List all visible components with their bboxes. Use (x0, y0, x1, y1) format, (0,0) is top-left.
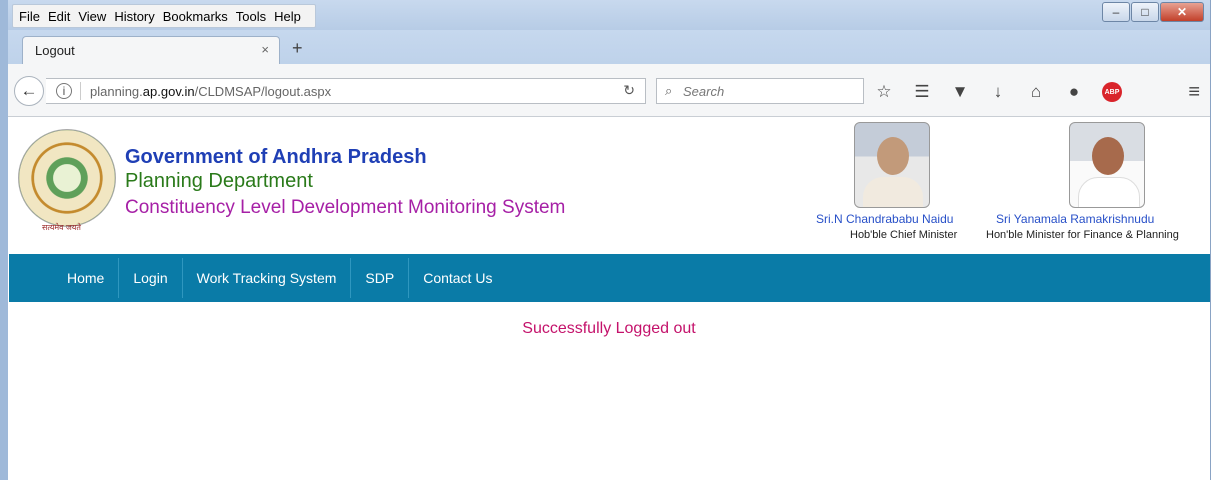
menu-bar: File Edit View History Bookmarks Tools H… (12, 4, 316, 28)
chat-icon[interactable]: ● (1064, 82, 1084, 102)
nav-contact-us[interactable]: Contact Us (409, 258, 506, 298)
home-icon[interactable]: ⌂ (1026, 82, 1046, 102)
new-tab-button[interactable]: + (292, 38, 303, 59)
menu-bookmarks[interactable]: Bookmarks (163, 9, 228, 24)
tab-logout[interactable]: Logout × (22, 36, 280, 64)
url-bar[interactable]: i planning.ap.gov.in/CLDMSAP/logout.aspx… (46, 78, 646, 104)
system-title: Constituency Level Development Monitorin… (125, 197, 566, 218)
url-divider (80, 82, 81, 100)
body-shape (1078, 177, 1140, 207)
search-input[interactable]: ⌕ Search (656, 78, 864, 104)
adblock-icon[interactable]: ABP (1102, 82, 1122, 102)
minimize-button[interactable]: – (1102, 2, 1130, 22)
web-page: सत्यमेव जयते Government of Andhra Prades… (8, 117, 1210, 480)
download-icon[interactable]: ↓ (988, 82, 1008, 102)
menu-help[interactable]: Help (274, 9, 301, 24)
reading-list-icon[interactable]: ☰ (912, 82, 932, 102)
url-text: planning.ap.gov.in/CLDMSAP/logout.aspx (90, 84, 331, 99)
search-icon: ⌕ (665, 83, 673, 98)
navigation-toolbar: ← i planning.ap.gov.in/CLDMSAP/logout.as… (8, 64, 1210, 117)
url-domain: ap.gov.in (142, 84, 195, 99)
face-shape (1092, 137, 1124, 175)
reload-icon[interactable]: ↻ (623, 82, 635, 99)
browser-window: File Edit View History Bookmarks Tools H… (0, 0, 1211, 480)
tab-close-icon[interactable]: × (261, 42, 269, 57)
search-placeholder: Search (683, 84, 725, 99)
title-bar: File Edit View History Bookmarks Tools H… (8, 0, 1210, 30)
window-controls: – □ ✕ (1101, 2, 1204, 22)
url-prefix: planning. (90, 84, 143, 99)
andhra-pradesh-emblem (18, 129, 116, 227)
toolbar-icons: ☆ ☰ ▼ ↓ ⌂ ● ABP (874, 82, 1122, 102)
menu-edit[interactable]: Edit (48, 9, 70, 24)
chief-minister-role: Hob'ble Chief Minister (850, 229, 958, 241)
menu-tools[interactable]: Tools (236, 9, 266, 24)
finance-minister-photo (1069, 122, 1145, 208)
body-shape (863, 177, 923, 207)
info-icon[interactable]: i (56, 83, 72, 99)
close-window-button[interactable]: ✕ (1160, 2, 1204, 22)
menu-view[interactable]: View (78, 9, 106, 24)
chief-minister-name: Sri.N Chandrababu Naidu (816, 212, 954, 226)
menu-history[interactable]: History (114, 9, 154, 24)
menu-file[interactable]: File (19, 9, 40, 24)
government-title: Government of Andhra Pradesh (125, 146, 427, 168)
pocket-icon[interactable]: ▼ (950, 82, 970, 102)
menu-icon[interactable]: ≡ (1188, 81, 1200, 104)
nav-home[interactable]: Home (53, 258, 120, 298)
nav-work-tracking-system[interactable]: Work Tracking System (183, 258, 352, 298)
logout-message: Successfully Logged out (522, 320, 696, 337)
finance-minister-role: Hon'ble Minister for Finance & Planning (986, 229, 1179, 241)
department-title: Planning Department (125, 170, 313, 192)
chief-minister-photo (854, 122, 930, 208)
maximize-button[interactable]: □ (1131, 2, 1159, 22)
nav-login[interactable]: Login (119, 258, 183, 298)
finance-minister-name: Sri Yanamala Ramakrishnudu (996, 212, 1155, 226)
face-shape (877, 137, 909, 175)
site-navigation: Home Login Work Tracking System SDP Cont… (9, 254, 1210, 302)
seal-caption: सत्यमेव जयते (42, 223, 81, 232)
nav-sdp[interactable]: SDP (351, 258, 410, 298)
tab-strip: Logout × + (8, 30, 1210, 64)
tab-title: Logout (35, 43, 75, 58)
back-arrow-icon[interactable]: ← (14, 76, 44, 106)
url-path: /CLDMSAP/logout.aspx (194, 84, 332, 99)
star-icon[interactable]: ☆ (874, 82, 894, 102)
